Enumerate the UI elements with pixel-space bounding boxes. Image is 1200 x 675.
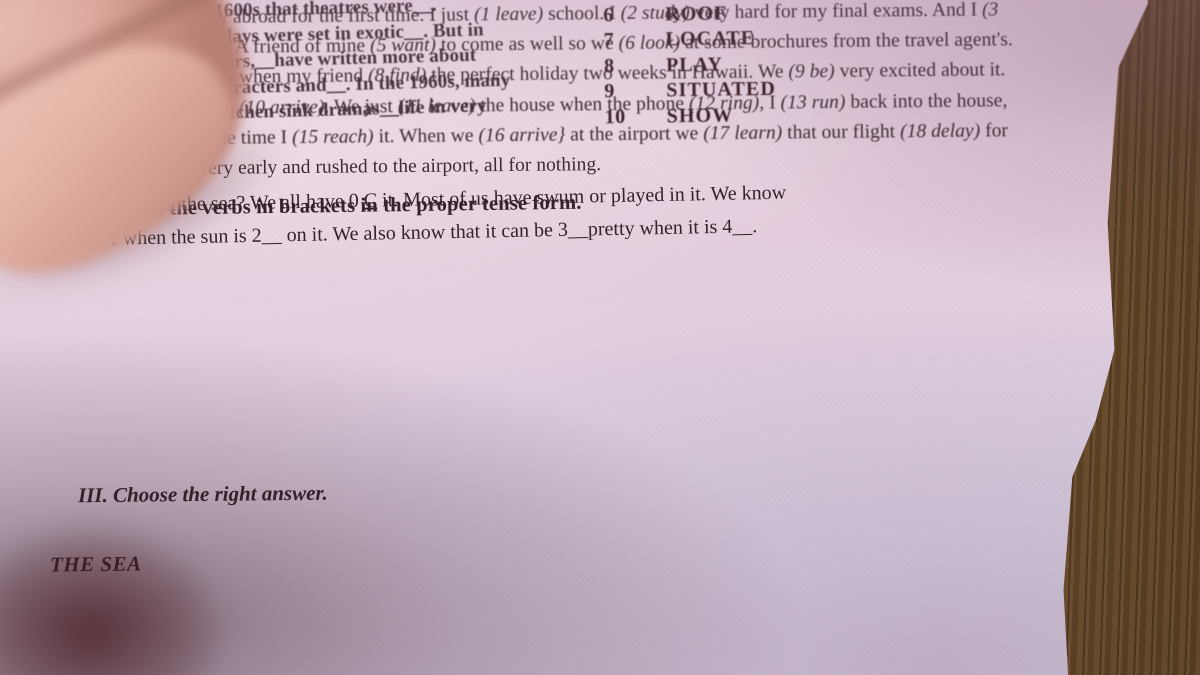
paper-sheet (0, 0, 1152, 675)
photo-scene: ntil the late 1600s that theatres were__… (0, 0, 1200, 675)
paper-grain-texture (0, 0, 1152, 675)
